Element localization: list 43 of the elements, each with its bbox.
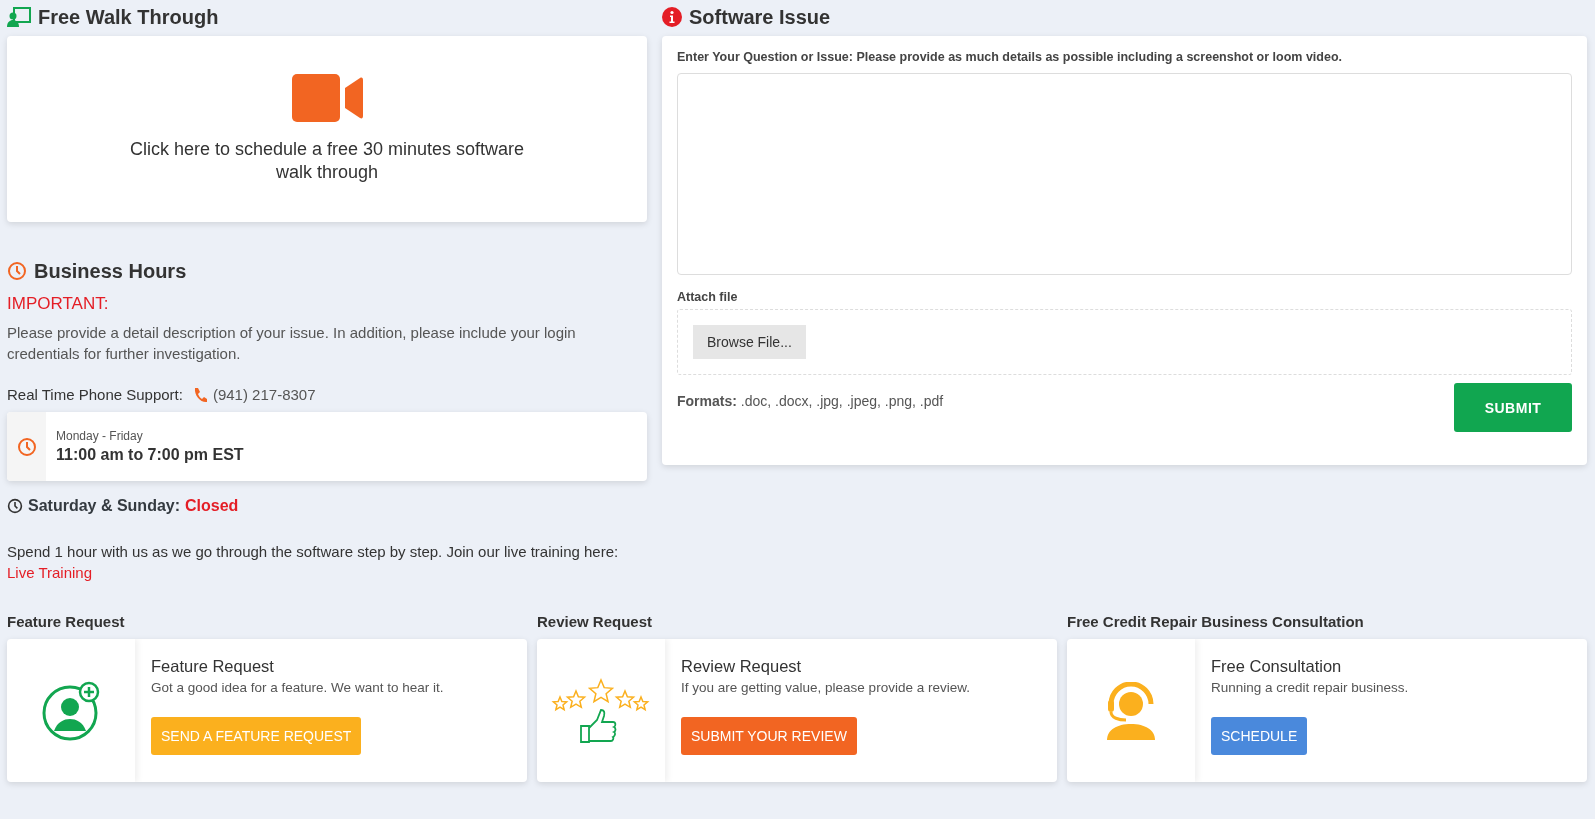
section-title: Free Walk Through [38, 5, 219, 29]
section-title: Feature Request [7, 613, 126, 632]
weekend-label: Saturday & Sunday: [28, 497, 181, 515]
description-text: Please provide a detail description of your issue. In addition, please include your login credentials for further investigation. [7, 323, 577, 364]
action-button[interactable]: SCHEDULE [1211, 717, 1308, 755]
presentation-user-icon [7, 7, 31, 27]
formats-text: Formats: .doc, .docx, .jpg, .jpeg, .png, .pdf [677, 393, 944, 409]
card-title: Feature Request [151, 657, 275, 676]
live-training-link[interactable]: Live Training [7, 564, 93, 581]
walkthrough-text: Click here to schedule a free 30 minutes software walk through [128, 138, 526, 184]
stars-thumbs-up-icon [551, 677, 651, 744]
hours-text: 11:00 am to 7:00 pm EST [56, 446, 244, 464]
section-title: Business Hours [34, 259, 187, 283]
weekdays-label: Monday - Friday [56, 429, 144, 443]
card-description: Running a credit repair business. [1211, 680, 1409, 695]
clock-icon [7, 261, 27, 281]
clock-icon [16, 436, 37, 457]
card-title: Free Consultation [1211, 657, 1343, 676]
phone-icon [192, 386, 207, 403]
section-title: Software Issue [689, 5, 831, 29]
browse-file-button[interactable]: Browse File... [693, 325, 806, 359]
card-description: If you are getting value, please provide a review. [681, 680, 970, 695]
weekend-status: Closed [185, 497, 239, 515]
action-button[interactable]: SUBMIT YOUR REVIEW [681, 717, 857, 755]
section-title: Review Request [537, 613, 654, 632]
card-description: Got a good idea for a feature. We want to hear it. [151, 680, 444, 695]
file-drop-zone[interactable]: Browse File... [677, 309, 1572, 375]
walkthrough-card[interactable]: Click here to schedule a free 30 minutes software walk through [7, 36, 647, 222]
important-label: IMPORTANT: [7, 294, 110, 314]
attach-label: Attach file [677, 290, 739, 304]
question-textarea[interactable] [677, 73, 1572, 275]
clock-icon [7, 498, 23, 514]
user-add-icon [41, 680, 101, 741]
phone-number: (941) 217-8307 [212, 386, 316, 403]
question-label: Enter Your Question or Issue: Please provide as much details as possible including a screenshot or loom video. [677, 50, 1343, 64]
info-icon [662, 7, 682, 27]
training-text: Spend 1 hour with us as we go through the software step by step. Join our live training here: Live Training [7, 542, 620, 583]
video-camera-icon [291, 74, 363, 122]
card-title: Review Request [681, 657, 803, 676]
submit-button[interactable]: SUBMIT [1454, 383, 1572, 432]
headset-user-icon [1104, 681, 1158, 740]
section-title: Free Credit Repair Business Consultation [1067, 613, 1365, 632]
phone-label: Real Time Phone Support: [7, 386, 183, 403]
